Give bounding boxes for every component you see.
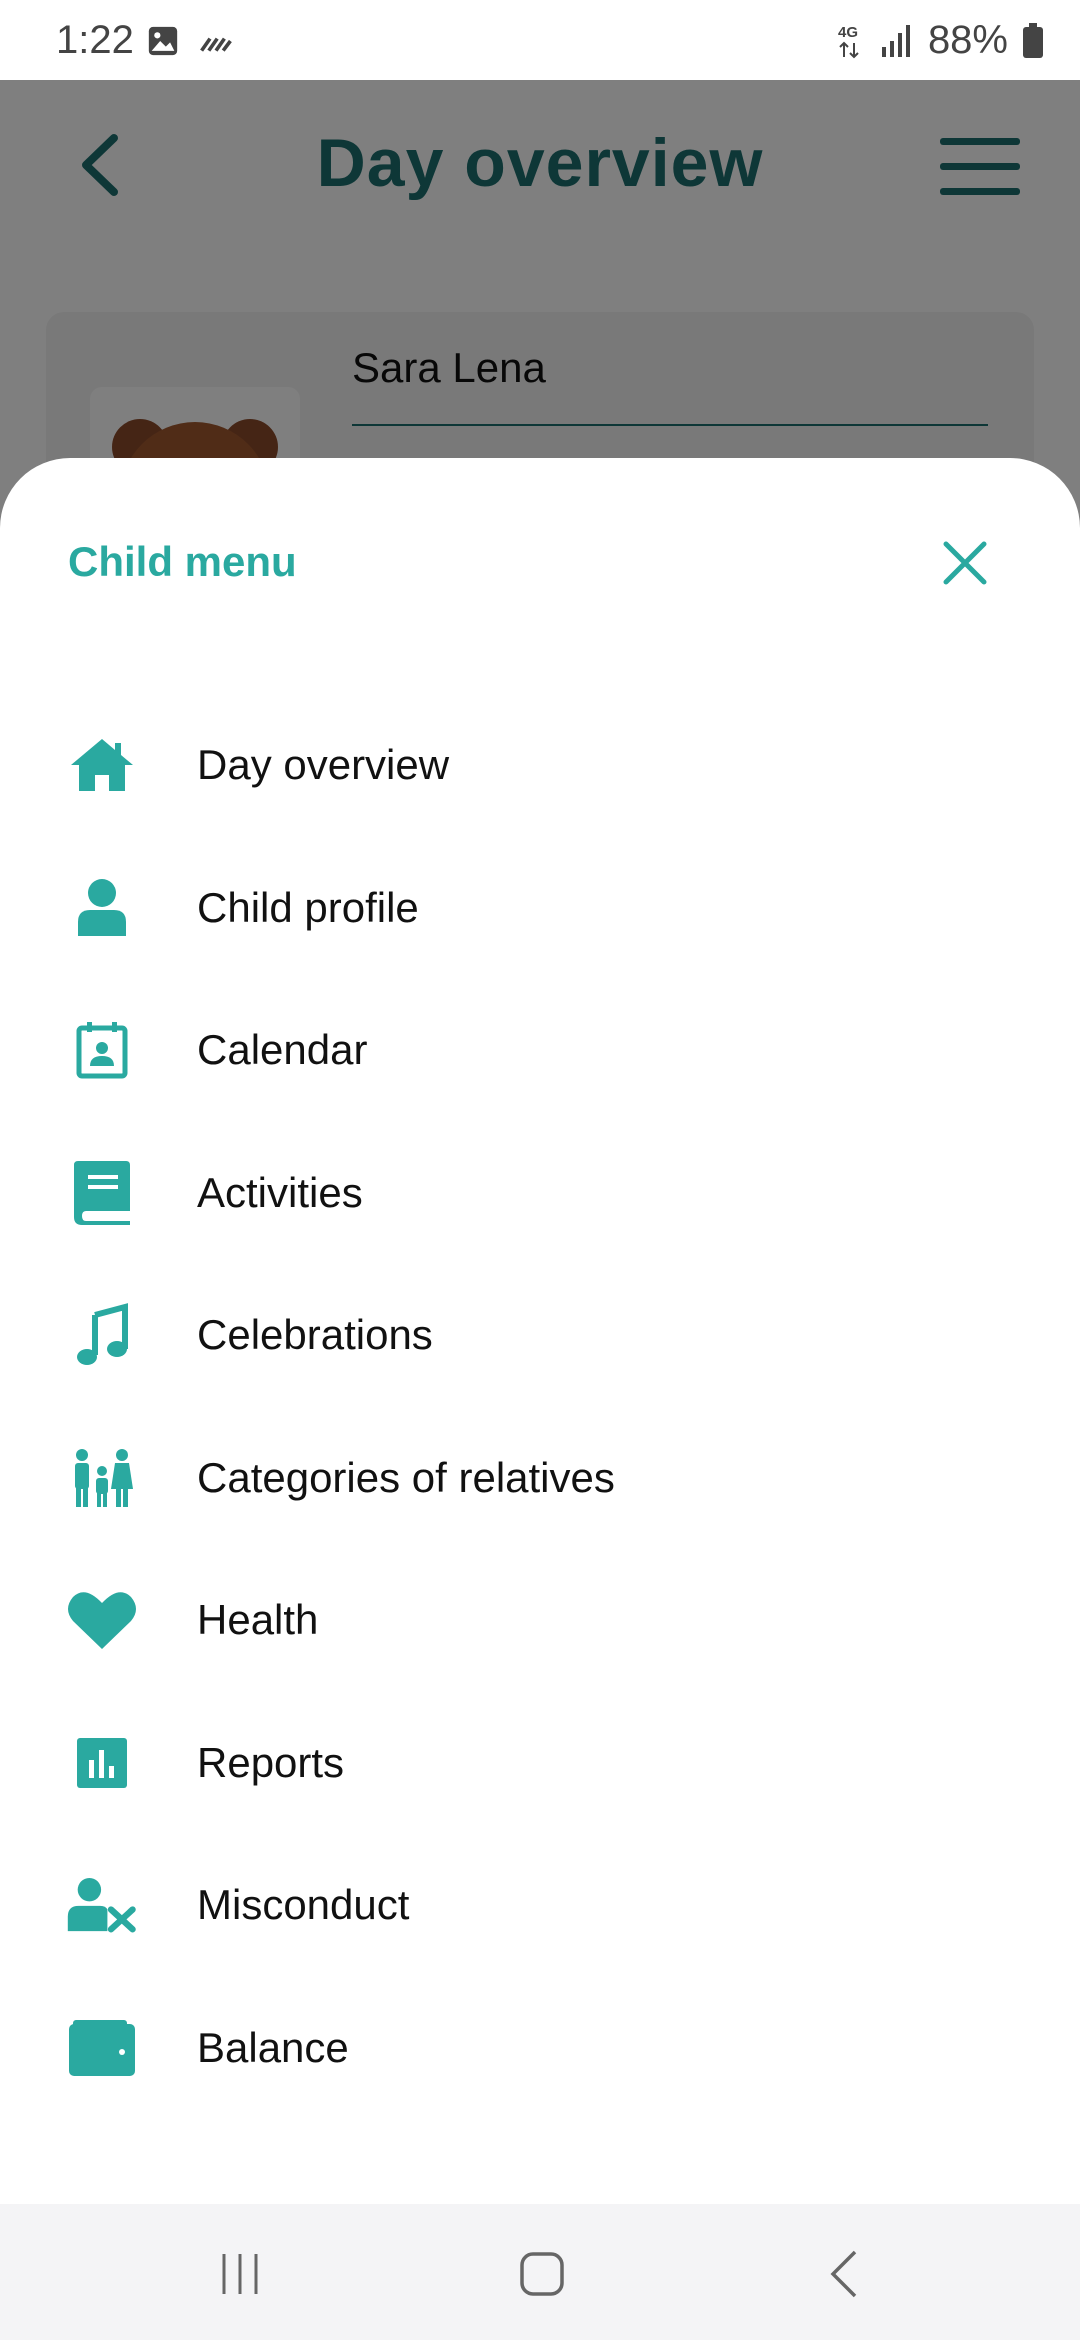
back-button-icon[interactable] xyxy=(815,2244,875,2304)
menu-item-reports[interactable]: Reports xyxy=(0,1692,1080,1835)
recent-apps-icon[interactable] xyxy=(210,2244,270,2304)
menu-item-balance[interactable]: Balance xyxy=(0,1977,1080,2120)
signal-icon xyxy=(881,24,910,57)
calendar-icon xyxy=(66,1014,138,1086)
menu-item-calendar[interactable]: Calendar xyxy=(0,979,1080,1122)
sheet-title: Child menu xyxy=(68,538,297,585)
menu-item-label: Day overview xyxy=(197,741,450,789)
gallery-icon xyxy=(148,26,178,56)
system-nav-bar xyxy=(0,2204,1080,2340)
menu-item-label: Reports xyxy=(197,1738,345,1786)
heart-icon xyxy=(66,1584,138,1656)
battery-icon xyxy=(1023,22,1043,58)
network-type-icon: 4G xyxy=(838,24,859,58)
home-icon xyxy=(66,729,138,801)
data-saver-icon xyxy=(200,37,232,52)
menu-list: Day overview Child profile Calendar Acti… xyxy=(0,694,1080,2119)
menu-item-day-overview[interactable]: Day overview xyxy=(0,694,1080,837)
status-bar: 1:22 4G 88% xyxy=(0,0,1080,80)
menu-item-label: Categories of relatives xyxy=(197,1453,615,1501)
battery-percent: 88% xyxy=(927,18,1008,62)
status-time: 1:22 xyxy=(56,18,134,62)
wallet-icon xyxy=(66,2012,138,2084)
menu-item-celebrations[interactable]: Celebrations xyxy=(0,1264,1080,1407)
menu-item-child-profile[interactable]: Child profile xyxy=(0,837,1080,980)
menu-item-label: Misconduct xyxy=(197,1881,410,1929)
menu-item-label: Child profile xyxy=(197,883,419,931)
menu-item-label: Calendar xyxy=(197,1026,368,1074)
music-note-icon xyxy=(66,1299,138,1371)
menu-item-categories-of-relatives[interactable]: Categories of relatives xyxy=(0,1407,1080,1550)
menu-item-misconduct[interactable]: Misconduct xyxy=(0,1834,1080,1977)
menu-item-label: Activities xyxy=(197,1168,363,1216)
close-icon[interactable] xyxy=(940,538,990,588)
menu-item-health[interactable]: Health xyxy=(0,1549,1080,1692)
home-button-icon[interactable] xyxy=(512,2244,572,2304)
menu-item-label: Balance xyxy=(197,2023,349,2071)
person-icon xyxy=(66,872,138,944)
menu-item-label: Health xyxy=(197,1596,319,1644)
family-icon xyxy=(66,1442,138,1514)
bar-chart-icon xyxy=(66,1727,138,1799)
svg-text:4G: 4G xyxy=(838,24,858,41)
book-icon xyxy=(66,1157,138,1229)
person-x-icon xyxy=(66,1869,138,1941)
menu-item-activities[interactable]: Activities xyxy=(0,1122,1080,1265)
menu-item-label: Celebrations xyxy=(197,1311,433,1359)
child-menu-sheet: Child menu Day overview Child profile Ca… xyxy=(0,458,1080,2204)
